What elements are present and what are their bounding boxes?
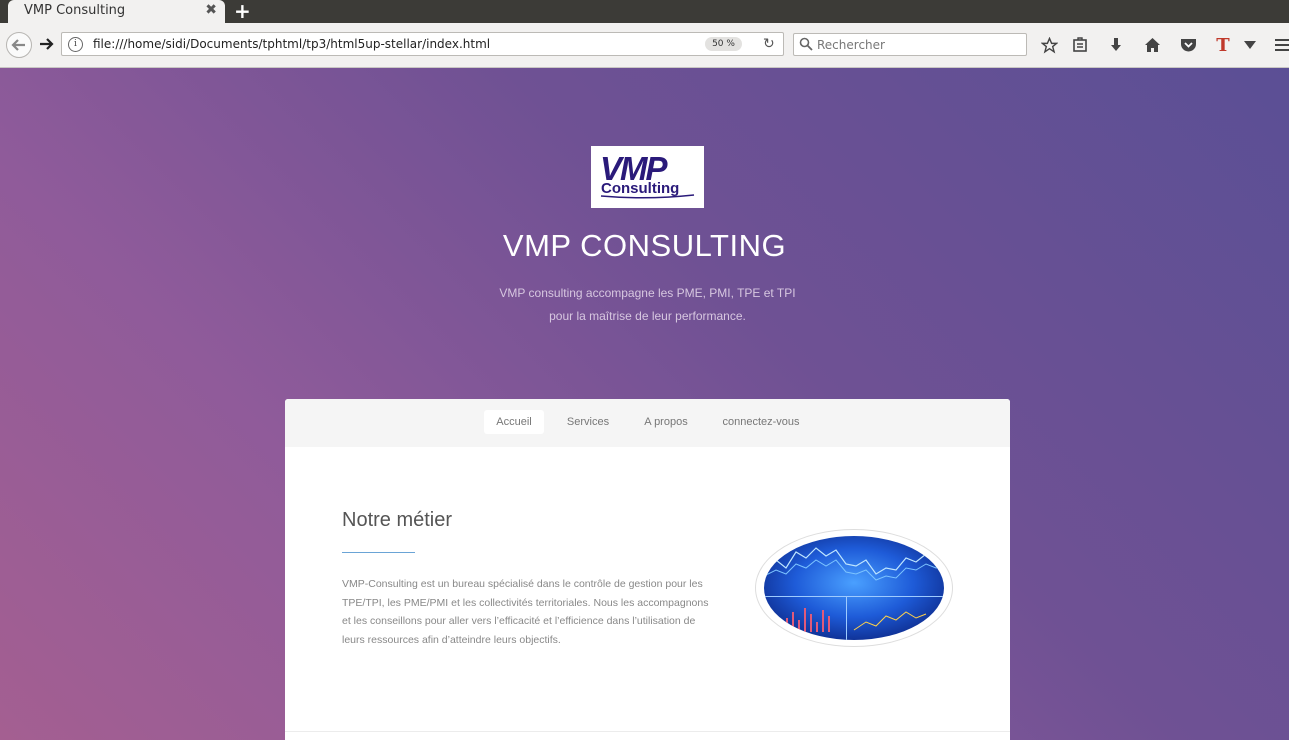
site-title: VMP CONSULTING (502, 228, 787, 263)
new-tab-button[interactable]: + (234, 0, 251, 23)
site-nav: Accueil Services A propos connectez-vous (285, 399, 1010, 447)
browser-tab[interactable]: VMP Consulting ✖ (8, 0, 225, 23)
home-icon[interactable] (1142, 35, 1162, 55)
extension-dropdown-icon[interactable] (1240, 35, 1260, 55)
nav-item-accueil[interactable]: Accueil (484, 410, 544, 434)
reading-list-icon[interactable] (1070, 35, 1090, 55)
back-arrow-icon (11, 39, 25, 51)
bookmark-star-icon[interactable] (1039, 35, 1059, 55)
tab-close-icon[interactable]: ✖ (205, 2, 217, 18)
nav-item-connectez-vous[interactable]: connectez-vous (717, 410, 805, 434)
svg-text:Consulting: Consulting (601, 180, 679, 197)
tab-bar: VMP Consulting ✖ + (0, 0, 1289, 23)
reload-icon[interactable]: ↻ (763, 36, 775, 52)
nav-item-services[interactable]: Services (562, 410, 614, 434)
search-icon (799, 37, 813, 51)
section-title: Notre métier (342, 509, 453, 531)
zoom-indicator[interactable]: 50 % (705, 37, 742, 51)
search-input[interactable]: Rechercher (793, 33, 1027, 56)
menu-icon[interactable] (1272, 35, 1289, 55)
tab-title: VMP Consulting (24, 3, 126, 18)
back-button[interactable] (6, 32, 32, 58)
download-icon[interactable] (1106, 35, 1126, 55)
translate-extension-icon[interactable]: T (1213, 35, 1233, 56)
page-content: VMP Consulting VMP CONSULTING VMP consul… (0, 68, 1289, 740)
pocket-icon[interactable] (1178, 35, 1198, 55)
info-icon[interactable]: i (68, 37, 83, 52)
forward-button[interactable] (38, 36, 54, 52)
section-text: VMP-Consulting est un bureau spécialisé … (342, 578, 709, 646)
search-placeholder: Rechercher (817, 38, 885, 52)
section-divider (342, 552, 415, 553)
card-divider (285, 731, 1010, 732)
site-tagline: VMP consulting accompagne les PME, PMI, … (0, 282, 1289, 328)
main-card: Accueil Services A propos connectez-vous… (285, 399, 1010, 740)
url-bar[interactable]: i file:///home/sidi/Documents/tphtml/tp3… (61, 32, 784, 56)
nav-item-a-propos[interactable]: A propos (640, 410, 692, 434)
navigation-toolbar: i file:///home/sidi/Documents/tphtml/tp3… (0, 23, 1289, 68)
tagline-line-1: VMP consulting accompagne les PME, PMI, … (499, 286, 796, 300)
url-text[interactable]: file:///home/sidi/Documents/tphtml/tp3/h… (93, 37, 490, 51)
finance-chart-image (755, 529, 953, 647)
vmp-logo: VMP Consulting (591, 146, 704, 208)
tagline-line-2: pour la maîtrise de leur performance. (549, 309, 746, 323)
